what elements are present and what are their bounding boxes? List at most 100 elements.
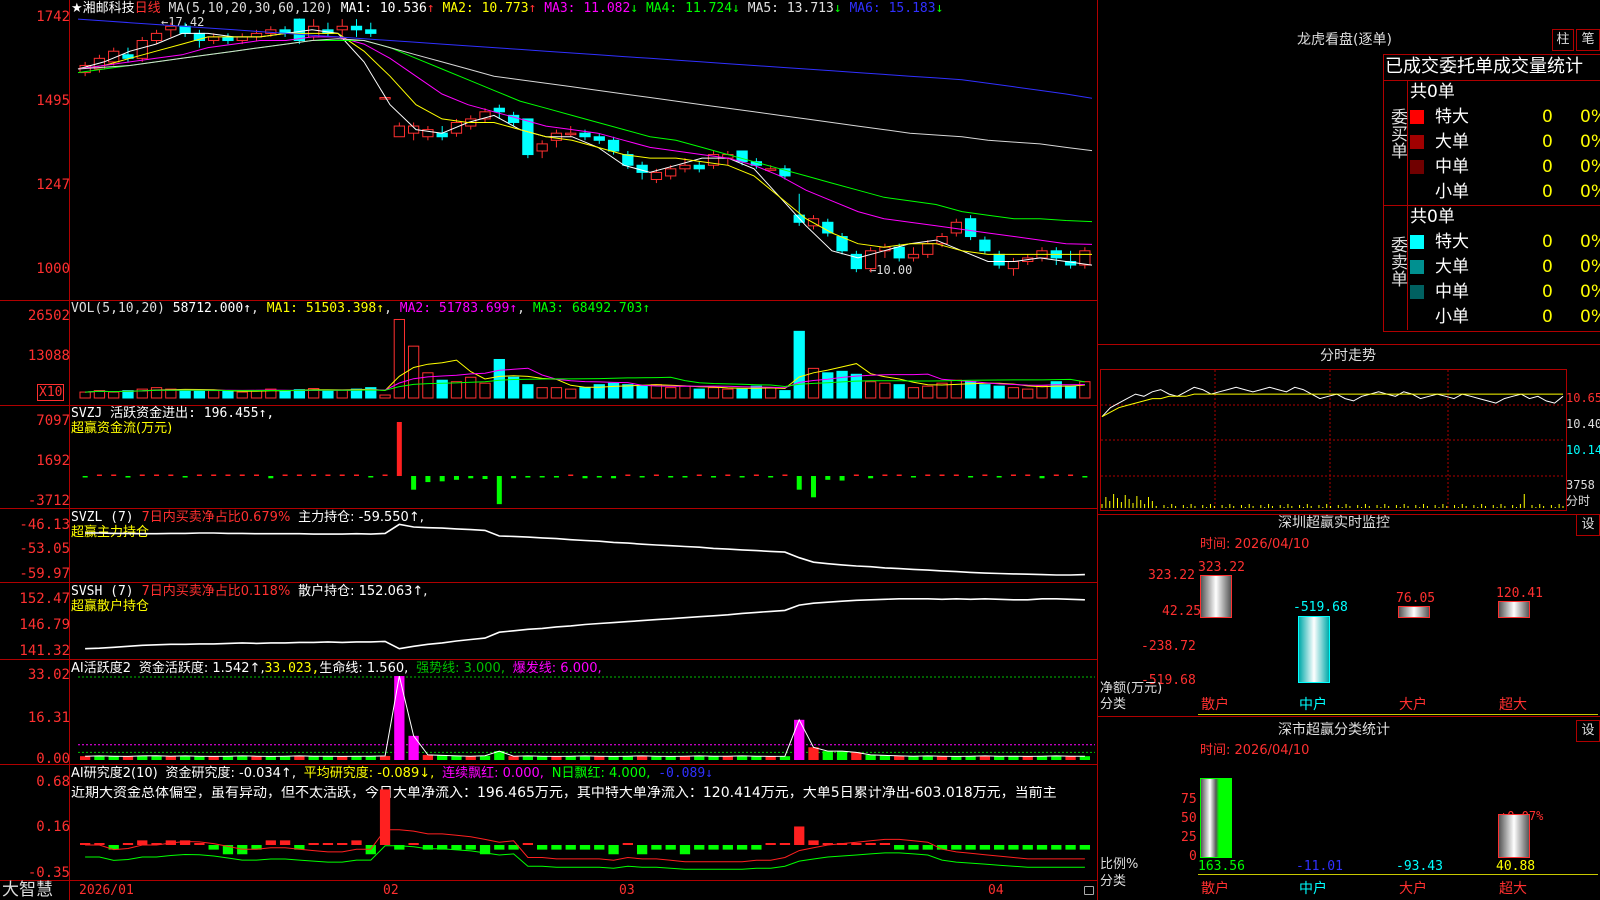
row-label: 中单 bbox=[1435, 157, 1469, 177]
price-tick: 1247 bbox=[36, 177, 70, 193]
svzj-tick: -3712 bbox=[27, 493, 70, 509]
row-label: 小单 bbox=[1435, 182, 1469, 202]
ai-research-bar bbox=[265, 840, 276, 845]
volume-bar bbox=[1050, 381, 1062, 399]
volume-ma-line bbox=[85, 359, 1085, 393]
sz-stats-settings-button[interactable]: 设 bbox=[1576, 720, 1600, 742]
ma5-value: MA5: 13.713 bbox=[747, 1, 834, 16]
vol-unit: X10 bbox=[37, 384, 65, 401]
ma5-arrow: ↓ bbox=[833, 1, 842, 16]
ma6-arrow: ↓ bbox=[935, 1, 944, 16]
svzj-bar bbox=[1068, 474, 1074, 476]
intraday-frame bbox=[1100, 369, 1567, 511]
candle-body bbox=[793, 214, 805, 223]
intraday-vol-tick: 3758 bbox=[1566, 478, 1595, 492]
ai-research-bar bbox=[622, 843, 633, 845]
buy-row: 特大 0 0% bbox=[1410, 106, 1600, 128]
svzj-bar bbox=[582, 476, 588, 479]
row-percent: 0% bbox=[1580, 182, 1600, 202]
candle-body bbox=[336, 25, 348, 31]
candle-body bbox=[593, 136, 605, 141]
volume-bar bbox=[179, 390, 191, 399]
svzj-bar bbox=[82, 476, 88, 478]
svzj-bar bbox=[154, 474, 160, 476]
intraday-price-tick: 10.40 bbox=[1566, 417, 1600, 431]
intraday-price-tick: 10.65 bbox=[1566, 391, 1600, 405]
svzj-bar bbox=[368, 476, 374, 478]
candle-body bbox=[308, 25, 320, 38]
svzj-bar bbox=[611, 476, 617, 479]
vol-value: 58712.000↑ bbox=[172, 301, 252, 316]
volume-bar bbox=[422, 372, 434, 399]
ai-active-line bbox=[85, 675, 1085, 757]
ai-research-bar bbox=[565, 845, 576, 850]
sz-monitor-baseline bbox=[1198, 714, 1598, 715]
ai-active-bar bbox=[394, 676, 405, 760]
candle-body bbox=[208, 36, 220, 42]
candle-body bbox=[136, 40, 148, 59]
volume-bar bbox=[907, 387, 920, 399]
volume-bar bbox=[736, 388, 748, 399]
candle-body bbox=[936, 236, 948, 245]
ai-active-bar bbox=[665, 756, 676, 760]
ai-research-bar bbox=[222, 845, 234, 855]
sz-stats-unit: 比例% bbox=[1100, 857, 1139, 872]
candle-body bbox=[365, 29, 377, 34]
row-label: 特大 bbox=[1435, 232, 1469, 252]
candle-body bbox=[379, 97, 391, 100]
right-divider bbox=[1097, 716, 1600, 717]
volume-bar bbox=[79, 391, 91, 399]
volume-bar bbox=[693, 388, 705, 399]
sz-stats-bar[interactable] bbox=[1200, 778, 1232, 858]
sz-monitor-settings-button[interactable]: 设 bbox=[1576, 514, 1600, 536]
ai-research-bar bbox=[594, 845, 605, 850]
candle-body bbox=[636, 164, 648, 173]
sz-stats-tick: 25 bbox=[1181, 830, 1197, 845]
bar-mode-button[interactable]: 柱 bbox=[1552, 29, 1574, 51]
svsh-header: SVSH (7) 7日内买卖净占比0.118% 散户持仓: 152.063↑, bbox=[71, 584, 427, 599]
volume-bar bbox=[379, 394, 391, 399]
brand-logo: 大智慧 bbox=[2, 880, 53, 900]
svzj-bar bbox=[639, 476, 645, 478]
sz-monitor-bar[interactable] bbox=[1200, 575, 1232, 618]
ai-active-bar bbox=[722, 756, 733, 760]
lock-icon[interactable] bbox=[1084, 886, 1094, 895]
ai-research-bar bbox=[851, 843, 862, 845]
ai-active-bar bbox=[822, 751, 833, 760]
volume-bar bbox=[536, 387, 548, 399]
legend-swatch bbox=[1410, 110, 1424, 124]
volume-ma-line bbox=[85, 376, 1085, 393]
svzj-bar bbox=[982, 474, 988, 476]
sz-stats-bar-value: -11.01 bbox=[1296, 859, 1343, 874]
volume-bar bbox=[1036, 385, 1048, 399]
svsh-tick: 146.79 bbox=[19, 617, 70, 633]
ai-research-bar bbox=[794, 826, 805, 845]
tick-mode-button[interactable]: 笔 bbox=[1576, 29, 1600, 51]
svzj-bar bbox=[96, 474, 102, 476]
sz-monitor-title: 深圳超赢实时监控 bbox=[1278, 515, 1390, 531]
row-label: 小单 bbox=[1435, 307, 1469, 327]
ai-research-bar bbox=[308, 843, 319, 845]
volume-bar bbox=[822, 372, 834, 399]
ai-active-bar bbox=[694, 755, 705, 760]
svzl-subtitle: 超赢主力持仓 bbox=[71, 525, 150, 540]
sz-monitor-bar[interactable] bbox=[1398, 606, 1430, 618]
row-percent: 0% bbox=[1580, 132, 1600, 152]
volume-bar bbox=[993, 385, 1005, 399]
sz-monitor-bar[interactable] bbox=[1498, 600, 1530, 618]
row-label: 大单 bbox=[1435, 257, 1469, 277]
svzj-bar bbox=[782, 474, 788, 476]
candle-body bbox=[693, 164, 705, 170]
ai-research-bar bbox=[1051, 845, 1062, 850]
svzj-bar bbox=[168, 474, 174, 476]
ai-research-bar bbox=[1008, 845, 1019, 850]
sz-monitor-bar[interactable] bbox=[1298, 616, 1330, 683]
svsh-name: SVSH (7) bbox=[71, 584, 134, 599]
ai-research-bar bbox=[608, 845, 619, 855]
ai-research-bar bbox=[908, 845, 919, 850]
sz-stats-bar[interactable] bbox=[1498, 814, 1530, 858]
volume-bar bbox=[1079, 381, 1091, 399]
sz-monitor-bar-value: 76.05 bbox=[1396, 591, 1436, 607]
candle-body bbox=[707, 154, 720, 166]
volume-bar bbox=[322, 390, 334, 399]
